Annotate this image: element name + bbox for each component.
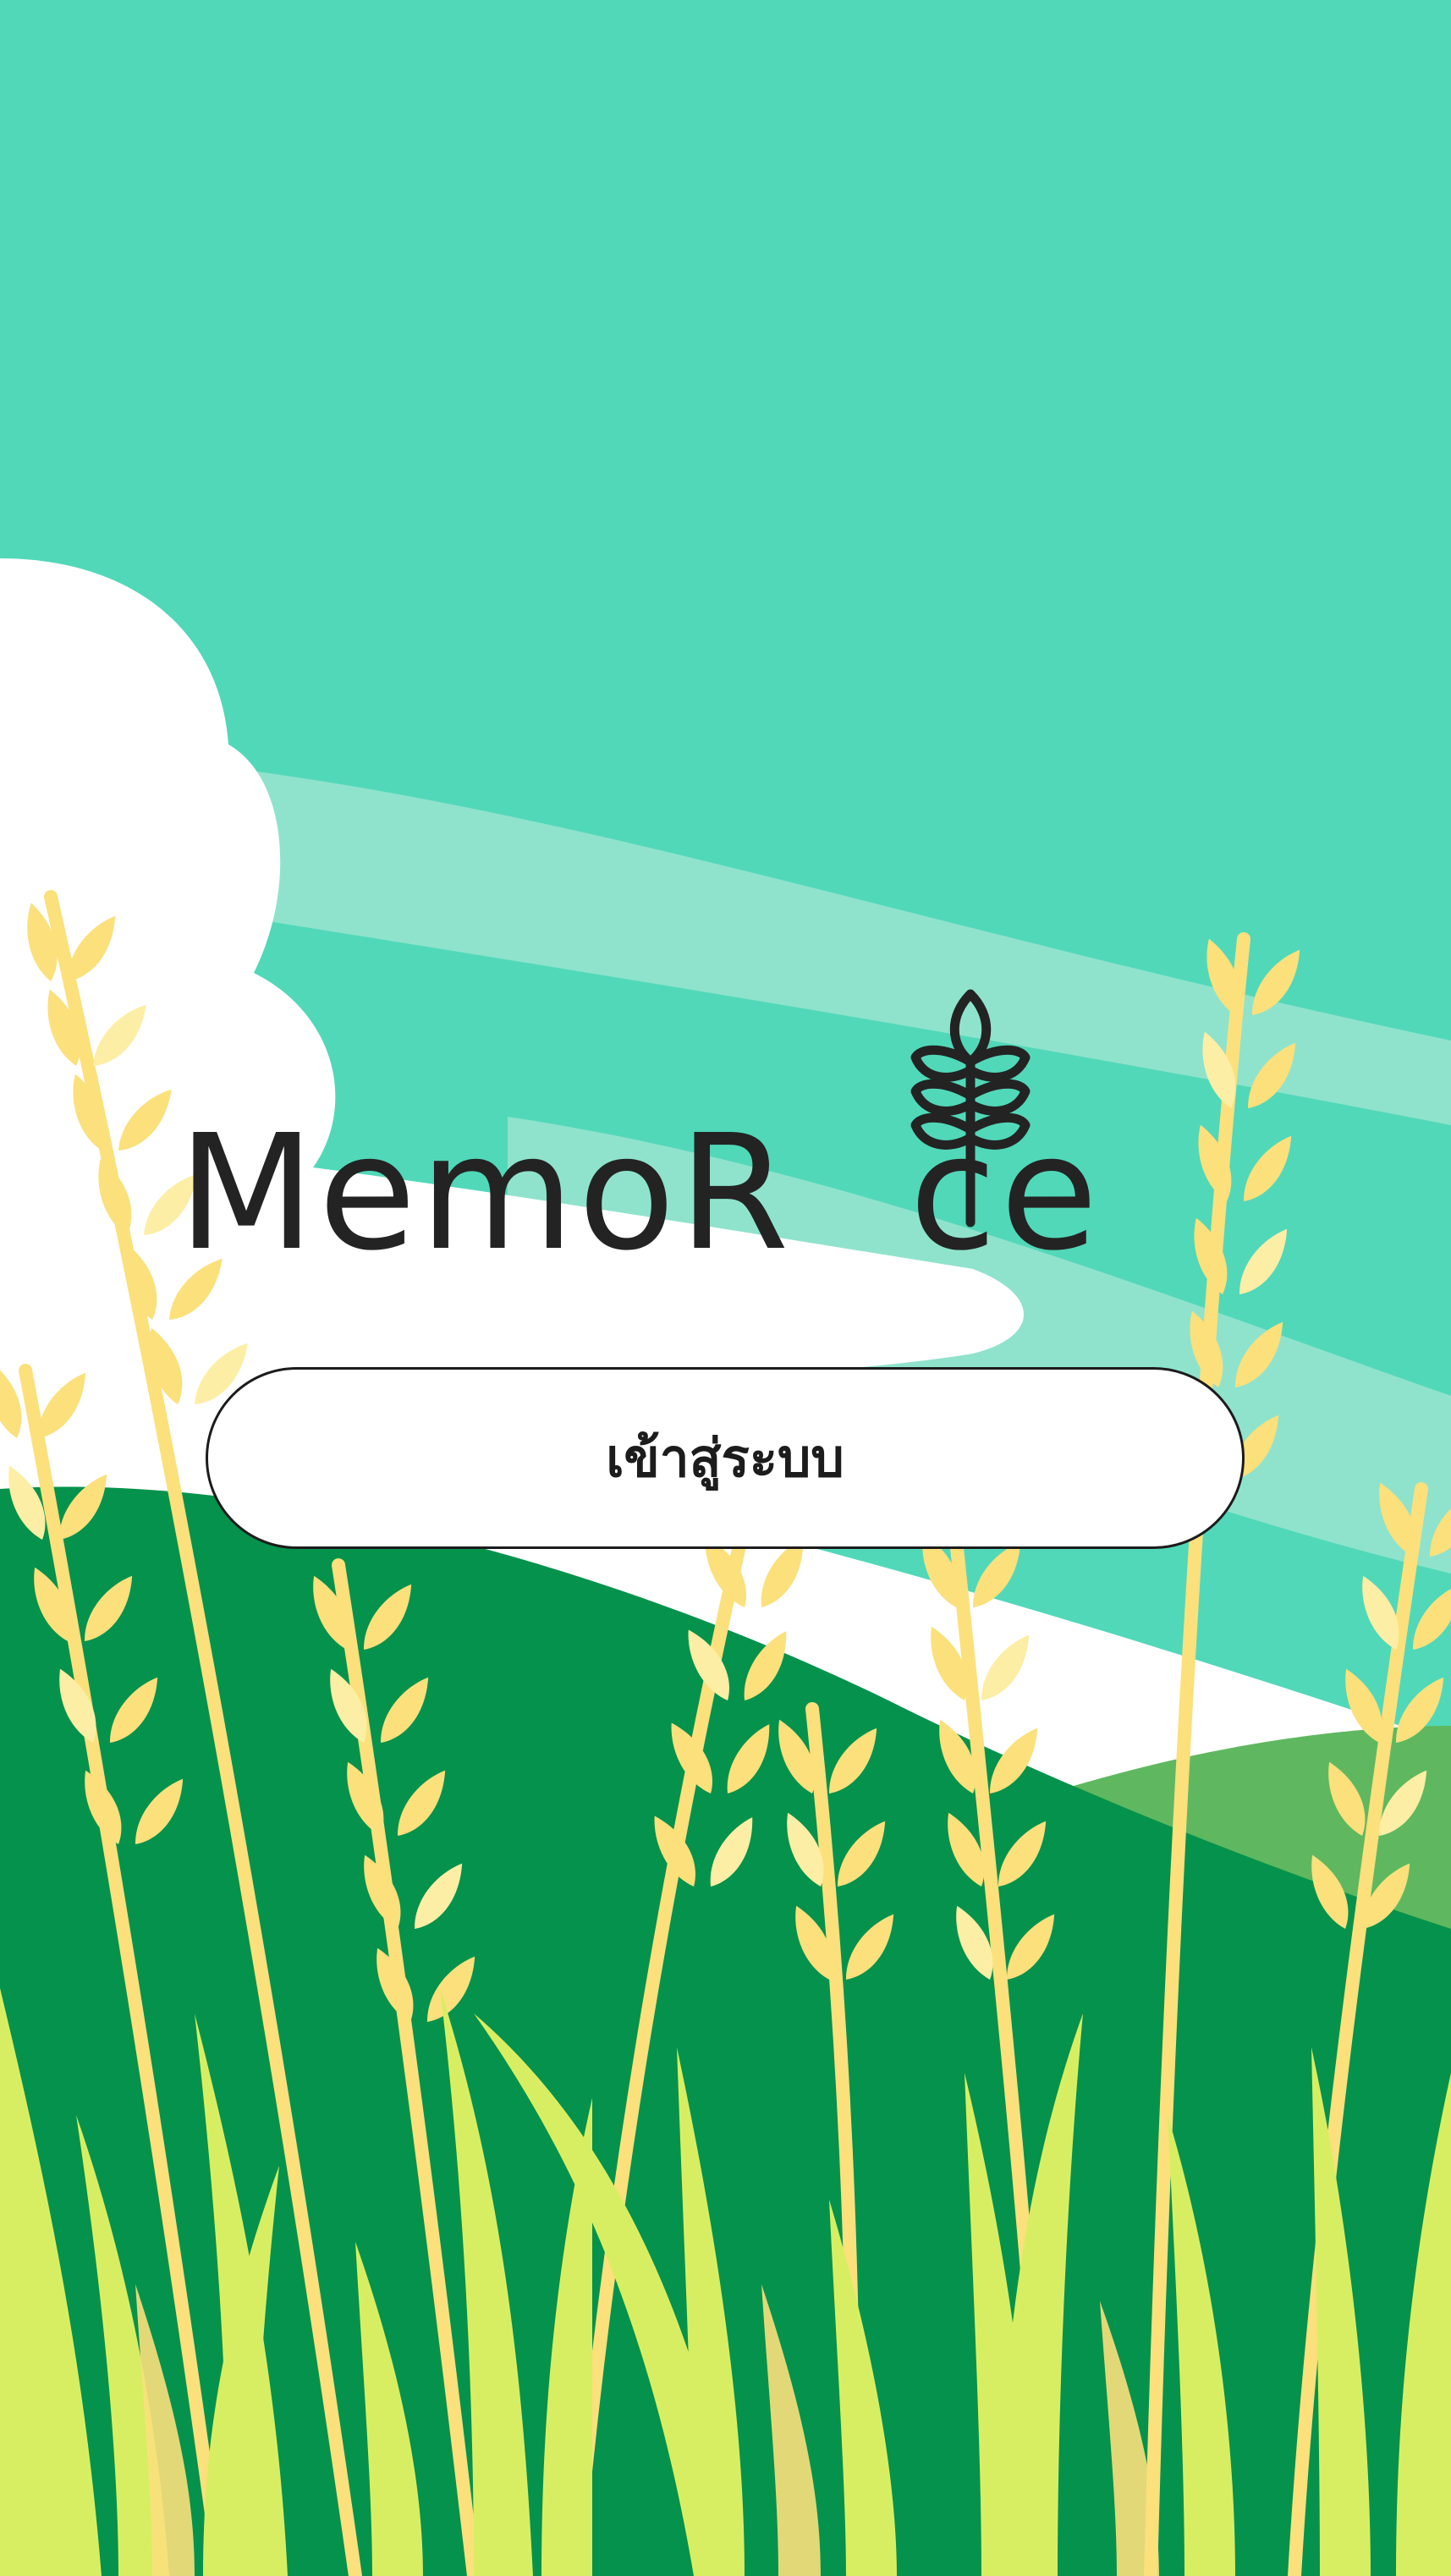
rice-field-background [0, 0, 1451, 2576]
app-logo: MemoR ce [178, 977, 1278, 1273]
login-button[interactable]: เข้าสู่ระบบ [206, 1367, 1245, 1549]
rice-stalk-icon [910, 989, 1031, 1228]
login-button-label: เข้าสู่ระบบ [606, 1426, 844, 1489]
app-name-part1: MemoR [178, 1101, 793, 1286]
welcome-screen: MemoR ce เข้าสู่ระบบ [0, 0, 1451, 2576]
